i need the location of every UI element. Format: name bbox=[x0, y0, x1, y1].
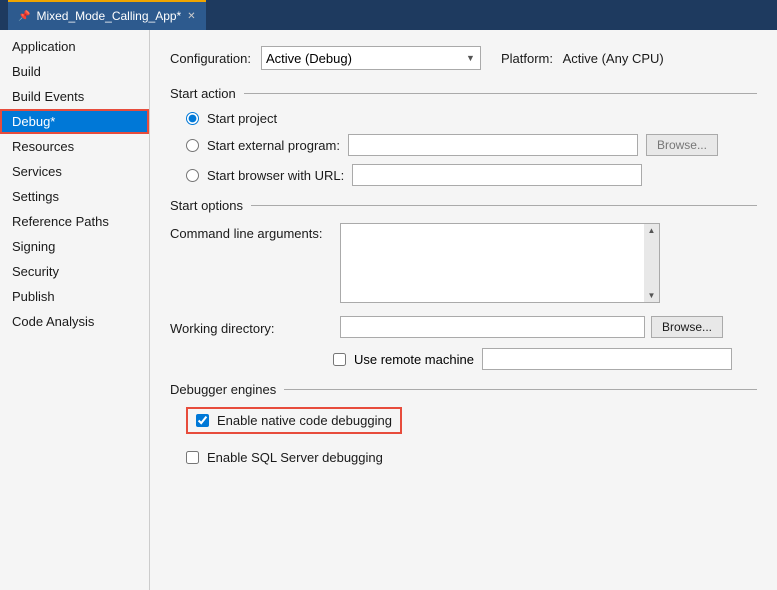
start-action-header: Start action bbox=[170, 86, 757, 101]
radio-start-browser: Start browser with URL: bbox=[186, 164, 757, 186]
sidebar-item-code-analysis[interactable]: Code Analysis bbox=[0, 309, 149, 334]
remote-machine-label: Use remote machine bbox=[354, 352, 474, 367]
cmd-args-scrollbar[interactable]: ▲ ▼ bbox=[644, 223, 660, 303]
sidebar-item-debug[interactable]: Debug* bbox=[0, 109, 149, 134]
start-external-input[interactable] bbox=[348, 134, 638, 156]
title-bar: 📌 Mixed_Mode_Calling_App* ✕ bbox=[0, 0, 777, 30]
sidebar-item-signing[interactable]: Signing bbox=[0, 234, 149, 259]
start-external-browse-button[interactable]: Browse... bbox=[646, 134, 718, 156]
platform-label: Platform: Active (Any CPU) bbox=[501, 51, 664, 66]
cmd-args-row: Command line arguments: ▲ ▼ bbox=[170, 223, 757, 306]
start-action-line bbox=[244, 93, 757, 94]
start-options-line bbox=[251, 205, 757, 206]
working-dir-input[interactable] bbox=[340, 316, 645, 338]
start-options-header: Start options bbox=[170, 198, 757, 213]
debugger-engines-title: Debugger engines bbox=[170, 382, 276, 397]
enable-sql-row: Enable SQL Server debugging bbox=[186, 450, 757, 465]
start-action-title: Start action bbox=[170, 86, 236, 101]
scroll-up-arrow[interactable]: ▲ bbox=[646, 224, 658, 237]
tab-label: Mixed_Mode_Calling_App* bbox=[36, 9, 181, 23]
debugger-engines-header: Debugger engines bbox=[170, 382, 757, 397]
content-area: Configuration: Active (Debug) Platform: … bbox=[150, 30, 777, 590]
start-browser-radio[interactable] bbox=[186, 169, 199, 182]
sidebar-item-reference-paths[interactable]: Reference Paths bbox=[0, 209, 149, 234]
enable-native-label: Enable native code debugging bbox=[217, 413, 392, 428]
start-options-title: Start options bbox=[170, 198, 243, 213]
enable-native-row: Enable native code debugging bbox=[186, 407, 402, 434]
start-external-label: Start external program: bbox=[207, 138, 340, 153]
radio-group: Start project Start external program: Br… bbox=[186, 111, 757, 186]
sidebar-item-settings[interactable]: Settings bbox=[0, 184, 149, 209]
platform-value: Active (Any CPU) bbox=[563, 51, 664, 66]
remote-machine-row: Use remote machine bbox=[170, 348, 757, 370]
sidebar-item-security[interactable]: Security bbox=[0, 259, 149, 284]
configuration-row: Configuration: Active (Debug) Platform: … bbox=[170, 46, 757, 70]
configuration-label: Configuration: bbox=[170, 51, 251, 66]
start-external-radio[interactable] bbox=[186, 139, 199, 152]
cmd-args-wrapper: ▲ ▼ bbox=[340, 223, 660, 306]
sidebar-item-build[interactable]: Build bbox=[0, 59, 149, 84]
tab-close-button[interactable]: ✕ bbox=[187, 11, 195, 22]
enable-sql-checkbox[interactable] bbox=[186, 451, 199, 464]
scroll-down-arrow[interactable]: ▼ bbox=[646, 289, 658, 302]
start-project-radio[interactable] bbox=[186, 112, 199, 125]
sidebar: ApplicationBuildBuild EventsDebug*Resour… bbox=[0, 30, 150, 590]
sidebar-item-application[interactable]: Application bbox=[0, 34, 149, 59]
working-dir-browse-button[interactable]: Browse... bbox=[651, 316, 723, 338]
sidebar-item-build-events[interactable]: Build Events bbox=[0, 84, 149, 109]
main-container: ApplicationBuildBuild EventsDebug*Resour… bbox=[0, 30, 777, 590]
sidebar-item-publish[interactable]: Publish bbox=[0, 284, 149, 309]
enable-sql-label: Enable SQL Server debugging bbox=[207, 450, 383, 465]
document-tab[interactable]: 📌 Mixed_Mode_Calling_App* ✕ bbox=[8, 0, 206, 30]
cmd-args-textarea[interactable] bbox=[340, 223, 660, 303]
start-project-label: Start project bbox=[207, 111, 277, 126]
debugger-engines-line bbox=[284, 389, 757, 390]
radio-start-project: Start project bbox=[186, 111, 757, 126]
start-browser-label: Start browser with URL: bbox=[207, 168, 344, 183]
working-dir-row: Working directory: Browse... bbox=[170, 316, 757, 338]
sidebar-item-services[interactable]: Services bbox=[0, 159, 149, 184]
scroll-thumb bbox=[644, 237, 659, 289]
remote-machine-input[interactable] bbox=[482, 348, 732, 370]
configuration-select[interactable]: Active (Debug) bbox=[261, 46, 481, 70]
remote-machine-checkbox[interactable] bbox=[333, 353, 346, 366]
configuration-select-wrapper[interactable]: Active (Debug) bbox=[261, 46, 481, 70]
cmd-args-label: Command line arguments: bbox=[170, 223, 340, 241]
start-browser-input[interactable] bbox=[352, 164, 642, 186]
sidebar-item-resources[interactable]: Resources bbox=[0, 134, 149, 159]
radio-start-external: Start external program: Browse... bbox=[186, 134, 757, 156]
working-dir-label: Working directory: bbox=[170, 318, 340, 336]
pin-icon: 📌 bbox=[18, 11, 30, 22]
enable-native-checkbox[interactable] bbox=[196, 414, 209, 427]
